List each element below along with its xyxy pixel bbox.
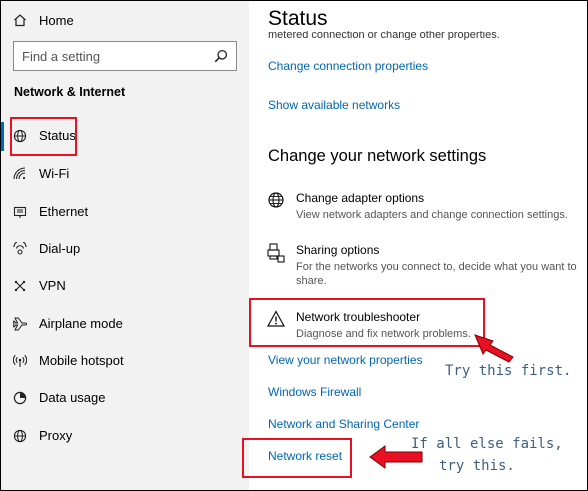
option-description: For the networks you connect to, decide … [296,261,577,287]
sidebar-item-proxy[interactable]: Proxy [1,419,249,453]
wifi-icon [13,167,27,181]
sidebar-item-label: VPN [39,278,66,293]
arrow-to-troubleshooter-icon [474,334,514,363]
adapter-globe-icon [267,191,285,209]
windows-firewall-link[interactable]: Windows Firewall [268,385,361,399]
sidebar-item-wifi[interactable]: Wi-Fi [1,157,249,191]
main-content: Status metered connection or change othe… [249,1,587,490]
show-available-networks-link[interactable]: Show available networks [268,98,400,112]
troubleshooter-highlight-box [249,298,485,347]
sidebar-item-label: Wi-Fi [39,166,70,181]
data-usage-icon [13,391,27,405]
sidebar-item-data-usage[interactable]: Data usage [1,381,249,415]
sidebar-item-airplane-mode[interactable]: Airplane mode [1,307,249,341]
search-input[interactable] [22,48,214,64]
page-title: Status [268,7,328,30]
sidebar-item-vpn[interactable]: VPN [1,269,249,303]
sidebar-item-mobile-hotspot[interactable]: Mobile hotspot [1,344,249,378]
status-highlight-box [10,117,77,156]
sidebar-item-label: Mobile hotspot [39,353,124,368]
dialup-icon [13,240,27,256]
sidebar-item-label: Dial-up [39,241,81,256]
network-reset-highlight-box [242,438,352,478]
settings-window: Home Network & Internet Status Wi-Fi [0,0,588,491]
home-label: Home [39,12,74,28]
home-link[interactable]: Home [13,11,74,29]
annotation-else-fails-line2: try this. [439,458,515,474]
change-network-settings-heading: Change your network settings [268,147,487,165]
sidebar-item-label: Ethernet [39,204,89,219]
home-icon [13,13,27,27]
sharing-printer-icon [267,243,285,263]
sidebar-item-label: Data usage [39,390,106,405]
hotspot-icon [12,354,28,368]
annotation-try-first: Try this first. [445,363,572,379]
network-sharing-center-link[interactable]: Network and Sharing Center [268,417,419,431]
airplane-icon [12,317,27,331]
proxy-globe-icon [13,429,27,443]
truncated-description: metered connection or change other prope… [268,31,500,40]
option-title: Change adapter options [296,191,425,205]
change-adapter-options[interactable]: Change adapter options View network adap… [267,191,585,225]
sharing-options[interactable]: Sharing options For the networks you con… [267,243,585,291]
option-title: Sharing options [296,243,380,257]
sidebar-item-label: Proxy [39,428,73,443]
option-description: View network adapters and change connect… [296,209,568,221]
sidebar-item-dialup[interactable]: Dial-up [1,232,249,266]
annotation-else-fails-line1: If all else fails, [411,436,563,452]
vpn-icon [13,279,27,293]
section-title: Network & Internet [14,85,126,99]
sidebar-item-ethernet[interactable]: Ethernet [1,195,249,229]
sidebar-item-label: Airplane mode [39,316,123,331]
sidebar: Home Network & Internet Status Wi-Fi [1,1,249,490]
ethernet-icon [13,205,27,219]
change-connection-properties-link[interactable]: Change connection properties [268,59,428,73]
search-box[interactable] [13,41,237,71]
search-icon[interactable] [214,49,228,63]
view-network-properties-link[interactable]: View your network properties [268,353,423,367]
